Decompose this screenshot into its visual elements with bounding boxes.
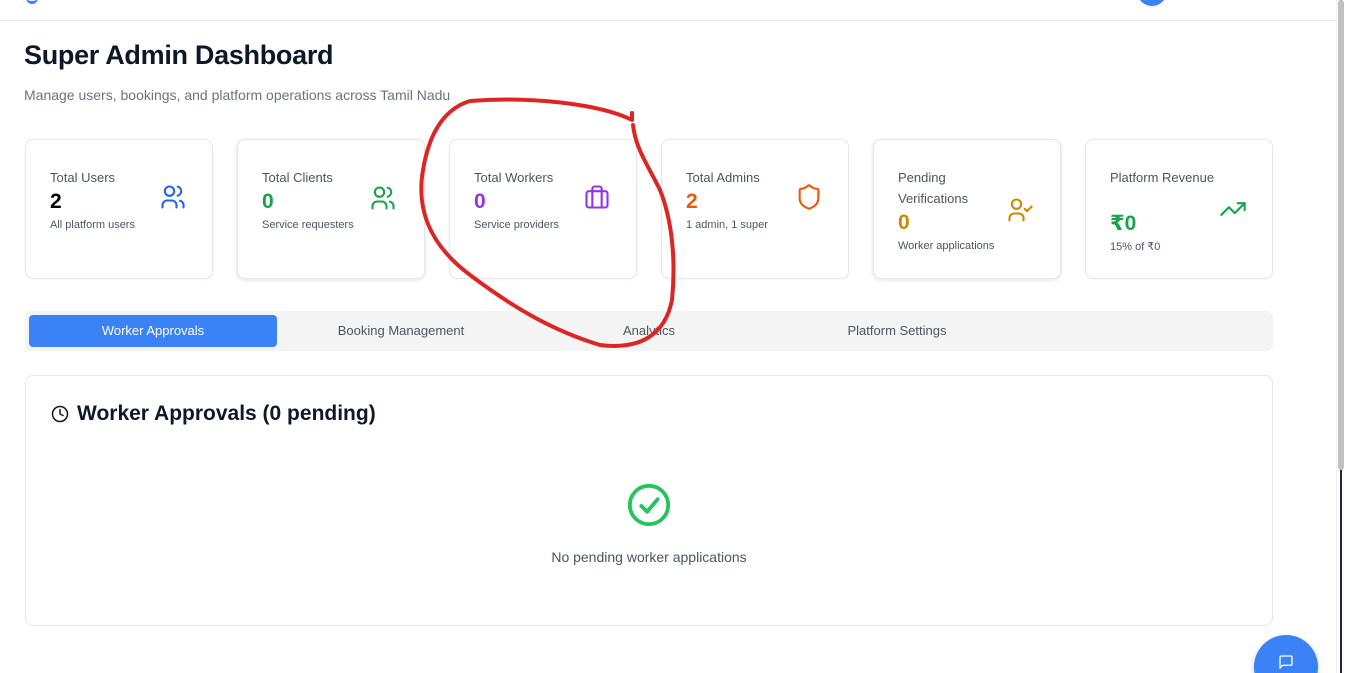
stat-card-total-clients: Total Clients 0 Service requesters xyxy=(237,139,425,279)
stat-subtext: 15% of ₹0 xyxy=(1110,241,1161,253)
users-icon xyxy=(369,184,397,212)
stat-label: Total Admins xyxy=(686,170,760,185)
tab-booking-management[interactable]: Booking Management xyxy=(277,315,525,347)
stat-label: Total Users xyxy=(50,170,116,185)
stat-subtext: 1 admin, 1 super xyxy=(686,219,768,231)
stat-subtext: Worker applications xyxy=(898,240,995,252)
stat-value: 0 xyxy=(262,190,274,213)
stat-card-total-workers: Total Workers 0 Service providers xyxy=(449,139,637,279)
stat-value: ₹0 xyxy=(1110,212,1137,235)
dashboard-tabs: Worker Approvals Booking Management Anal… xyxy=(25,311,1273,351)
stat-subtext: Service providers xyxy=(474,219,559,231)
stat-value: 2 xyxy=(50,190,62,213)
panel-title-text: Worker Approvals (0 pending) xyxy=(77,402,376,425)
page-title: Super Admin Dashboard xyxy=(24,40,334,70)
users-icon xyxy=(159,183,187,211)
stat-value: 0 xyxy=(474,190,486,213)
stat-subtext: All platform users xyxy=(50,219,135,231)
stat-label: Total Workers xyxy=(474,170,554,185)
stat-card-total-admins: Total Admins 2 1 admin, 1 super xyxy=(661,139,849,279)
chat-button[interactable] xyxy=(1254,635,1318,673)
stat-label: Pending Verifications xyxy=(898,170,969,206)
shield-icon xyxy=(795,183,823,211)
message-icon xyxy=(1279,655,1293,669)
panel-title: Worker Approvals (0 pending) xyxy=(51,402,376,426)
stat-label: Platform Revenue xyxy=(1110,170,1215,185)
tab-worker-approvals[interactable]: Worker Approvals xyxy=(29,315,277,347)
user-check-icon xyxy=(1006,196,1034,224)
top-navbar xyxy=(0,0,1336,21)
clock-icon xyxy=(51,405,69,423)
briefcase-icon xyxy=(583,183,611,211)
tab-analytics[interactable]: Analytics xyxy=(525,315,773,347)
stat-card-platform-revenue: Platform Revenue ₹0 15% of ₹0 xyxy=(1085,139,1273,279)
check-circle-icon xyxy=(627,483,671,527)
trending-up-icon xyxy=(1219,195,1247,223)
stat-card-total-users: Total Users 2 All platform users xyxy=(25,139,213,279)
stat-value: 2 xyxy=(686,190,698,213)
worker-approvals-panel: Worker Approvals (0 pending) No pending … xyxy=(25,375,1273,626)
scrollbar-thumb[interactable] xyxy=(1338,0,1344,470)
stat-subtext: Service requesters xyxy=(262,219,354,231)
empty-state-message: No pending worker applications xyxy=(551,549,747,565)
user-avatar[interactable] xyxy=(1137,0,1167,6)
page-scrollbar[interactable] xyxy=(1336,0,1347,673)
stat-value: 0 xyxy=(898,211,910,234)
stat-card-pending-verifications: Pending Verifications 0 Worker applicati… xyxy=(873,139,1061,279)
page-subtitle: Manage users, bookings, and platform ope… xyxy=(24,87,451,103)
logo-icon[interactable] xyxy=(26,0,38,4)
stat-label: Total Clients xyxy=(262,170,333,185)
tab-platform-settings[interactable]: Platform Settings xyxy=(773,315,1021,347)
